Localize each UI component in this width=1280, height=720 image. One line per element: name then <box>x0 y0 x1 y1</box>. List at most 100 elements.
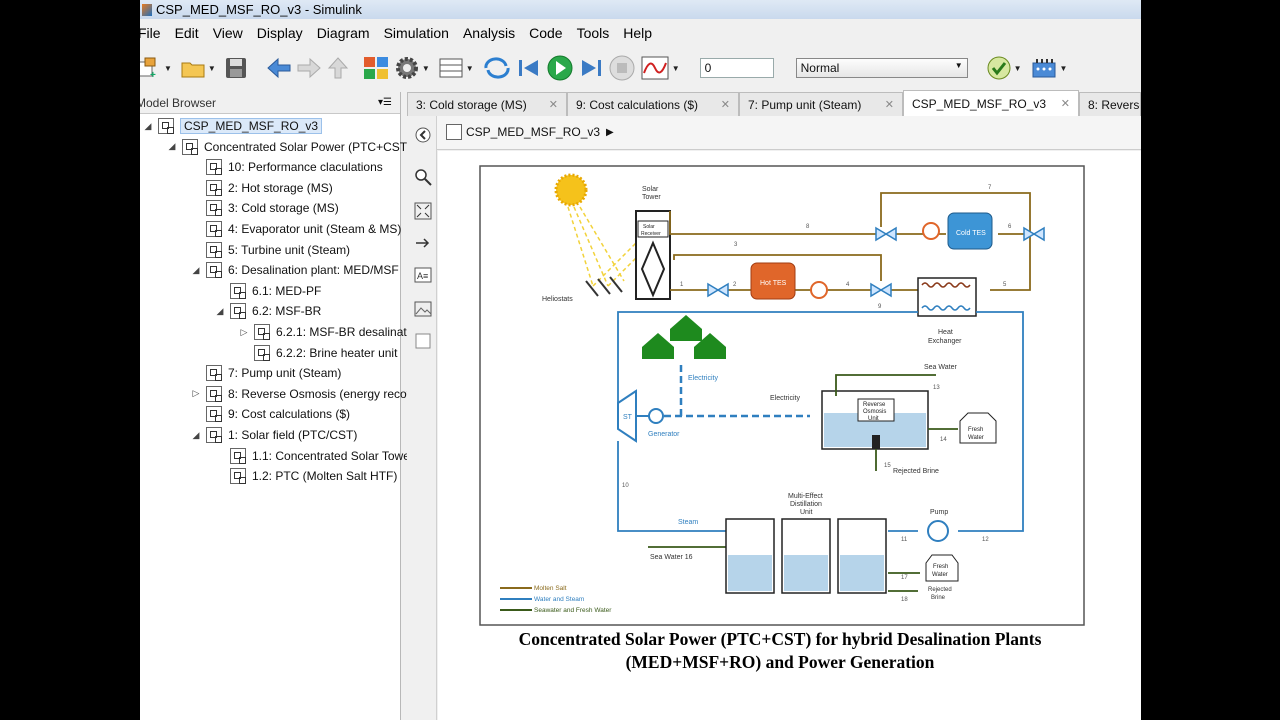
chevron-down-icon[interactable]: ▼ <box>466 64 474 73</box>
expanded-arrow-icon[interactable]: ◢ <box>190 430 202 441</box>
up-button[interactable] <box>326 54 350 82</box>
tab-label: 7: Pump unit (Steam) <box>748 97 862 112</box>
step-back-button[interactable] <box>516 54 542 82</box>
menu-file[interactable]: File <box>140 25 168 41</box>
close-icon[interactable]: ✕ <box>549 98 558 111</box>
menu-edit[interactable]: Edit <box>168 25 206 41</box>
close-icon[interactable]: ✕ <box>721 98 730 111</box>
back-button[interactable] <box>266 54 292 82</box>
tree-item-label: Concentrated Solar Power (PTC+CST) <box>204 139 412 154</box>
simulation-mode-select[interactable]: Normal ▼ <box>795 58 968 78</box>
tree-item[interactable]: ◢ Concentrated Solar Power (PTC+CST) <box>166 137 411 157</box>
hide-browser-icon[interactable] <box>414 126 432 144</box>
run-button[interactable] <box>546 54 574 82</box>
tree-item[interactable]: 2: Hot storage (MS) <box>190 178 333 198</box>
close-icon[interactable]: ✕ <box>1061 97 1070 110</box>
chevron-down-icon[interactable]: ▼ <box>164 64 172 73</box>
collapsed-arrow-icon[interactable]: ▷ <box>190 388 202 399</box>
breadcrumb[interactable]: CSP_MED_MSF_RO_v3 ▶ <box>446 124 614 140</box>
pump-icon-cold <box>922 222 940 240</box>
legend-water-steam: Water and Steam <box>534 596 584 603</box>
tree-item[interactable]: 3: Cold storage (MS) <box>190 198 339 218</box>
open-button[interactable] <box>180 54 206 82</box>
menu-view[interactable]: View <box>206 25 250 41</box>
tree-item[interactable]: 5: Turbine unit (Steam) <box>190 240 350 260</box>
tree-item[interactable]: 9: Cost calculations ($) <box>190 404 350 424</box>
chevron-down-icon: ▼ <box>954 61 963 70</box>
library-browser-button[interactable] <box>362 54 390 82</box>
chevron-down-icon[interactable]: ▼ <box>208 64 216 73</box>
arrow-right-icon[interactable] <box>414 234 432 252</box>
tree-item[interactable]: 1.1: Concentrated Solar Tower <box>214 446 414 466</box>
chevron-down-icon[interactable]: ▼ <box>1060 64 1068 73</box>
tree-item[interactable]: ▷ 8: Reverse Osmosis (energy recovery) <box>190 384 433 404</box>
tree-item[interactable]: ▷ 6.2.1: MSF-BR desalination <box>238 322 423 342</box>
tree-item[interactable]: 4: Evaporator unit (Steam & MS) <box>190 219 401 239</box>
chevron-down-icon[interactable]: ▼ <box>672 64 680 73</box>
expanded-arrow-icon[interactable]: ◢ <box>142 121 154 132</box>
collapsed-arrow-icon[interactable]: ▷ <box>238 327 250 338</box>
menu-analysis[interactable]: Analysis <box>456 25 522 41</box>
update-diagram-button[interactable] <box>482 54 512 82</box>
tab-cost-calculations[interactable]: 9: Cost calculations ($) ✕ <box>567 92 739 116</box>
fit-to-view-icon[interactable] <box>414 202 432 220</box>
tree-item[interactable]: 6.2.2: Brine heater unit <box>238 343 397 363</box>
chevron-down-icon[interactable]: ▼ <box>422 64 430 73</box>
tree-item[interactable]: ◢ 6: Desalination plant: MED/MSF <box>190 260 399 280</box>
simulation-mode-value: Normal <box>800 61 840 75</box>
tab-reverse-osmosis[interactable]: 8: Reverse <box>1079 92 1141 116</box>
model-advisor-button[interactable] <box>986 54 1012 82</box>
step-forward-button[interactable] <box>578 54 604 82</box>
menu-simulation[interactable]: Simulation <box>377 25 456 41</box>
stop-button[interactable] <box>608 54 636 82</box>
diagram-caption: Concentrated Solar Power (PTC+CST) for h… <box>470 628 1090 674</box>
model-canvas[interactable]: Heliostats Solar Tower Solar Receiver Ho… <box>438 151 1141 720</box>
image-icon[interactable] <box>414 300 432 318</box>
menu-diagram[interactable]: Diagram <box>310 25 377 41</box>
tree-item[interactable]: ◢ 1: Solar field (PTC/CST) <box>190 425 357 445</box>
close-icon[interactable]: ✕ <box>885 98 894 111</box>
model-browser-header: Model Browser ▾☰ <box>140 92 400 114</box>
subsystem-icon <box>206 262 222 279</box>
build-button[interactable] <box>1030 54 1058 82</box>
annotation-icon[interactable]: A≡ <box>414 266 432 284</box>
arrow-up-icon <box>327 57 348 79</box>
tree-item[interactable]: 1.2: PTC (Molten Salt HTF) <box>214 466 397 486</box>
chevron-down-icon[interactable]: ▼ <box>1014 64 1022 73</box>
solar-tower-label-2: Tower <box>642 194 661 201</box>
ro-label: Reverse <box>863 402 886 408</box>
rejected-brine-2-label: Rejected <box>928 587 952 593</box>
area-icon[interactable] <box>414 332 432 350</box>
expanded-arrow-icon[interactable]: ◢ <box>214 306 226 317</box>
expanded-arrow-icon[interactable]: ◢ <box>166 141 178 152</box>
tree-item[interactable]: 10: Performance claculations <box>190 157 383 177</box>
tab-csp-med-msf-ro[interactable]: CSP_MED_MSF_RO_v3 ✕ <box>903 90 1079 116</box>
scope-button[interactable] <box>640 54 670 82</box>
model-explorer-button[interactable] <box>438 54 464 82</box>
zoom-icon[interactable] <box>414 168 432 186</box>
forward-button[interactable] <box>296 54 322 82</box>
subsystem-icon <box>230 282 246 299</box>
tree-item[interactable]: ◢ CSP_MED_MSF_RO_v3 <box>142 116 323 136</box>
tab-pump-unit[interactable]: 7: Pump unit (Steam) ✕ <box>739 92 903 116</box>
menu-help[interactable]: Help <box>616 25 659 41</box>
tab-cold-storage[interactable]: 3: Cold storage (MS) ✕ <box>407 92 567 116</box>
subsystem-icon <box>206 385 222 402</box>
svg-text:+: + <box>150 70 156 80</box>
menu-code[interactable]: Code <box>522 25 569 41</box>
settings-button[interactable] <box>394 54 420 82</box>
tree-item[interactable]: 6.1: MED-PF <box>214 281 321 301</box>
menu-tools[interactable]: Tools <box>570 25 617 41</box>
new-model-button[interactable]: + <box>140 54 162 82</box>
tree-item-label: 9: Cost calculations ($) <box>228 407 351 422</box>
menu-display[interactable]: Display <box>250 25 310 41</box>
table-icon <box>439 58 463 78</box>
chevron-right-icon[interactable]: ▶ <box>606 127 614 138</box>
tree-item[interactable]: ◢ 6.2: MSF-BR <box>214 301 321 321</box>
expanded-arrow-icon[interactable]: ◢ <box>190 265 202 276</box>
stop-time-input[interactable]: 0 <box>699 58 774 78</box>
electricity-label-2: Electricity <box>770 395 800 402</box>
save-button[interactable] <box>224 54 248 82</box>
menu-icon[interactable]: ▾☰ <box>378 97 392 108</box>
tree-item[interactable]: 7: Pump unit (Steam) <box>190 363 341 383</box>
